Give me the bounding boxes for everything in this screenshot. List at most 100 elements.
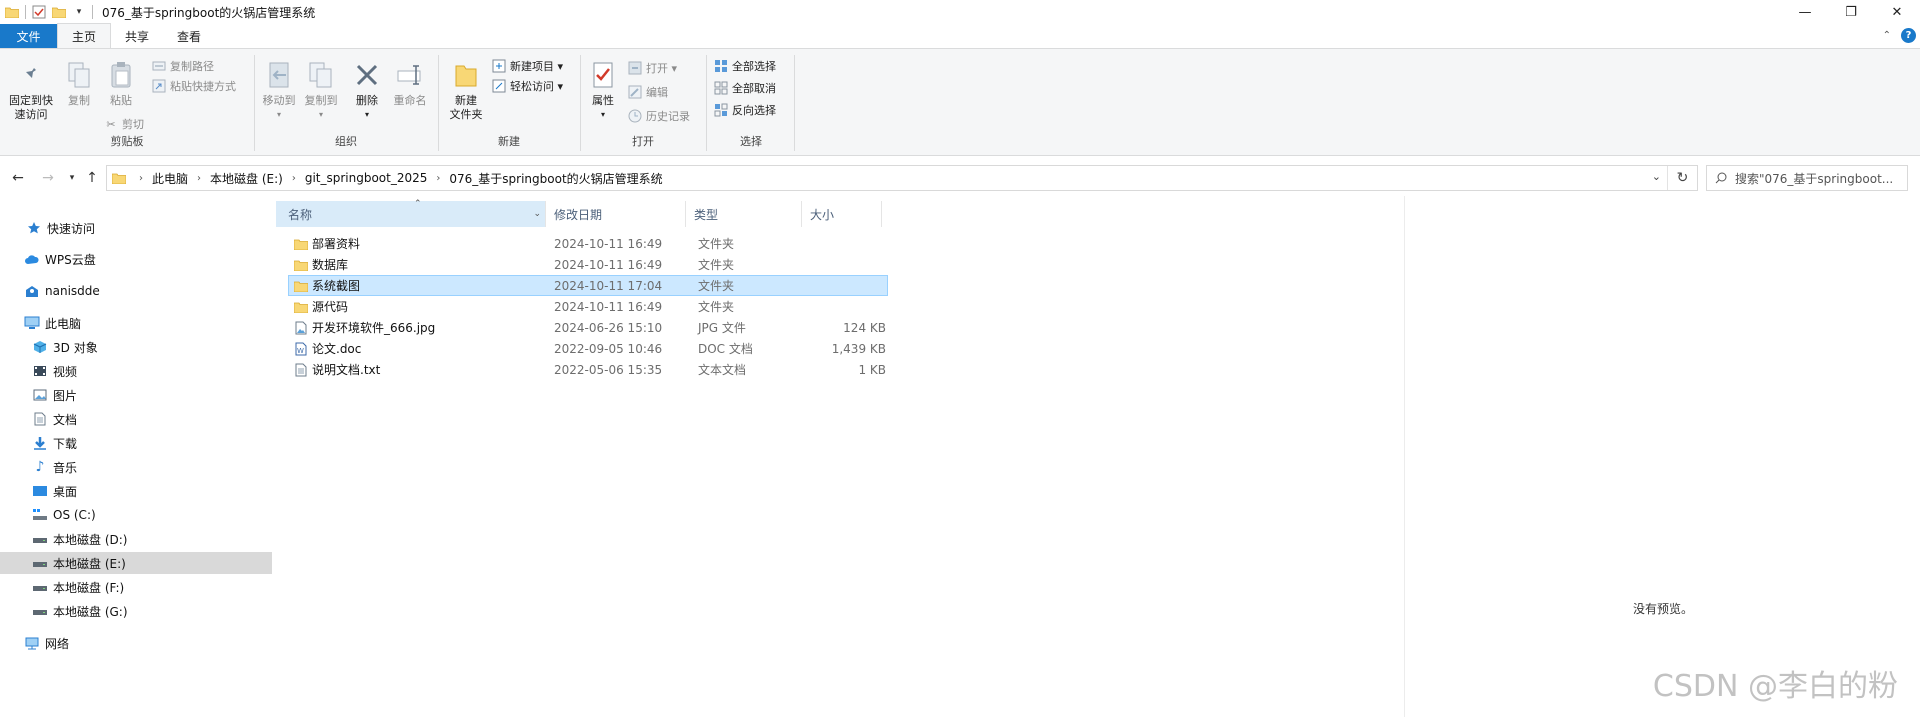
window-title: 076_基于springboot的火锅店管理系统: [102, 5, 316, 20]
paste-button[interactable]: 粘贴: [104, 59, 138, 108]
nav-label: 视频: [53, 364, 78, 379]
nav-label: 本地磁盘 (D:): [53, 532, 128, 547]
copy-label: 复制: [68, 94, 90, 107]
address-bar[interactable]: › 此电脑 › 本地磁盘 (E:) › git_springboot_2025 › 0…: [106, 165, 1698, 191]
file-row[interactable]: 源代码 2024-10-11 16:49 文件夹: [288, 296, 888, 317]
column-header-date[interactable]: 修改日期: [546, 201, 686, 227]
nav-item-downloads[interactable]: 下载: [0, 432, 272, 454]
group-divider: [706, 55, 707, 151]
edit-button[interactable]: 编辑: [628, 83, 668, 101]
nav-item-desktop[interactable]: 桌面: [0, 480, 272, 502]
copy-path-button[interactable]: 复制路径: [152, 57, 214, 75]
forward-arrow-icon[interactable]: →: [38, 168, 58, 188]
nav-item-network[interactable]: 网络: [0, 632, 272, 654]
paste-shortcut-button[interactable]: 粘贴快捷方式: [152, 77, 236, 95]
recent-locations-chevron-icon[interactable]: ▾: [62, 168, 82, 188]
file-row[interactable]: 部署资料 2024-10-11 16:49 文件夹: [288, 233, 888, 254]
file-date: 2024-10-11 17:04: [554, 278, 663, 293]
nav-item-drive-e[interactable]: 本地磁盘 (E:): [0, 552, 272, 574]
up-arrow-icon[interactable]: ↑: [82, 168, 102, 188]
column-header-type[interactable]: 类型: [686, 201, 802, 227]
column-header-size[interactable]: 大小: [802, 201, 882, 227]
dropdown-arrow-icon: ▾: [276, 110, 281, 119]
file-name: 部署资料: [312, 237, 361, 251]
nav-item-drive-f[interactable]: 本地磁盘 (F:): [0, 576, 272, 598]
nav-item-pictures[interactable]: 图片: [0, 384, 272, 406]
easy-access-icon: [492, 79, 506, 93]
invert-selection-button[interactable]: 反向选择: [714, 101, 776, 119]
folder-icon: [294, 258, 308, 272]
copy-path-icon: [152, 59, 166, 73]
rename-button[interactable]: 重命名: [390, 59, 430, 108]
breadcrumb-this-pc[interactable]: 此电脑 ›: [152, 170, 210, 187]
nav-item-music[interactable]: ♪ 音乐: [0, 456, 272, 478]
watermark: CSDN @李白的粉: [1652, 669, 1898, 704]
nav-label: OS (C:): [53, 508, 96, 522]
breadcrumb-current-folder[interactable]: 076_基于springboot的火锅店管理系统: [449, 170, 662, 187]
move-to-button[interactable]: 移动到 ▾: [260, 59, 298, 122]
pin-to-quick-access-button[interactable]: 固定到快 速访问: [6, 59, 56, 122]
nav-item-documents[interactable]: 文档: [0, 408, 272, 430]
minimize-button[interactable]: —: [1782, 0, 1828, 24]
nav-item-drive-d[interactable]: 本地磁盘 (D:): [0, 528, 272, 550]
nav-item-videos[interactable]: 视频: [0, 360, 272, 382]
help-icon[interactable]: ?: [1901, 28, 1916, 43]
text-file-icon: [294, 363, 308, 377]
no-preview-text: 没有预览。: [1633, 602, 1694, 616]
new-item-button[interactable]: 新建项目 ▾: [492, 57, 563, 75]
tab-share[interactable]: 共享: [111, 24, 163, 48]
search-input[interactable]: 搜索"076_基于springboot...: [1706, 165, 1908, 191]
collapse-ribbon-icon[interactable]: ⌃: [1883, 30, 1891, 41]
close-button[interactable]: ✕: [1874, 0, 1920, 24]
delete-button[interactable]: 删除 ▾: [350, 59, 384, 122]
nav-item-nanisdde[interactable]: nanisdde: [0, 280, 272, 302]
address-history-chevron-icon[interactable]: ⌄: [1652, 170, 1661, 183]
file-row[interactable]: 数据库 2024-10-11 16:49 文件夹: [288, 254, 888, 275]
new-folder-button[interactable]: 新建 文件夹: [446, 59, 486, 122]
select-none-button[interactable]: 全部取消: [714, 79, 776, 97]
tab-view[interactable]: 查看: [163, 24, 215, 48]
cut-label: 剪切: [122, 118, 144, 131]
customize-qat-icon[interactable]: ▾: [69, 2, 89, 22]
copy-to-button[interactable]: 复制到 ▾: [302, 59, 340, 122]
column-header-name[interactable]: ⌃ 名称 ⌄: [276, 199, 546, 227]
file-name: 系统截图: [312, 279, 361, 293]
breadcrumb-label: 本地磁盘 (E:): [210, 171, 283, 186]
properties-button[interactable]: 属性 ▾: [586, 59, 620, 122]
breadcrumb-drive-e[interactable]: 本地磁盘 (E:) ›: [210, 170, 305, 187]
nav-item-drive-g[interactable]: 本地磁盘 (G:): [0, 600, 272, 622]
tab-file[interactable]: 文件: [0, 24, 57, 48]
ribbon: 固定到快 速访问 复制 粘贴 复制路径 粘贴快捷方式 ✂ 剪切 剪贴板 移动到 …: [0, 48, 1920, 156]
nav-item-this-pc[interactable]: 此电脑: [0, 312, 272, 334]
select-all-button[interactable]: 全部选择: [714, 57, 776, 75]
file-type: 文件夹: [698, 237, 735, 251]
drive-icon: [32, 579, 48, 595]
nav-item-os-c[interactable]: OS (C:): [0, 504, 272, 526]
title-bar: ▾ 076_基于springboot的火锅店管理系统 — ❐ ✕: [0, 0, 1920, 24]
file-row[interactable]: 开发环境软件_666.jpg 2024-06-26 15:10 JPG 文件 1…: [288, 317, 888, 338]
nav-item-quick-access[interactable]: 快速访问: [0, 217, 272, 239]
file-name-cell: 开发环境软件_666.jpg: [294, 317, 435, 338]
nav-item-wps-cloud[interactable]: WPS云盘: [0, 248, 272, 270]
file-row[interactable]: W 论文.doc 2022-09-05 10:46 DOC 文档 1,439 K…: [288, 338, 888, 359]
refresh-icon[interactable]: ↻: [1667, 166, 1697, 190]
nav-label: 此电脑: [45, 316, 82, 331]
properties-qat-icon[interactable]: [29, 2, 49, 22]
open-button[interactable]: 打开 ▾: [628, 59, 677, 77]
history-button[interactable]: 历史记录: [628, 107, 690, 125]
tab-home[interactable]: 主页: [57, 23, 112, 48]
back-arrow-icon[interactable]: ←: [8, 168, 28, 188]
breadcrumb-git-springboot[interactable]: git_springboot_2025 ›: [305, 171, 450, 185]
file-size: [818, 254, 886, 275]
clipboard-group-label: 剪贴板: [110, 135, 144, 148]
restore-button[interactable]: ❐: [1828, 0, 1874, 24]
file-row-selected[interactable]: 系统截图 2024-10-11 17:04 文件夹: [288, 275, 888, 296]
new-folder-qat-icon[interactable]: [49, 2, 69, 22]
dropdown-arrow-icon: ▾: [600, 110, 605, 119]
easy-access-button[interactable]: 轻松访问 ▾: [492, 77, 563, 95]
column-filter-chevron-icon[interactable]: ⌄: [533, 209, 541, 219]
nav-item-3d-objects[interactable]: 3D 对象: [0, 336, 272, 358]
copy-button[interactable]: 复制: [62, 59, 96, 108]
file-row[interactable]: 说明文档.txt 2022-05-06 15:35 文本文档 1 KB: [288, 359, 888, 380]
cut-button[interactable]: ✂ 剪切: [104, 115, 144, 133]
